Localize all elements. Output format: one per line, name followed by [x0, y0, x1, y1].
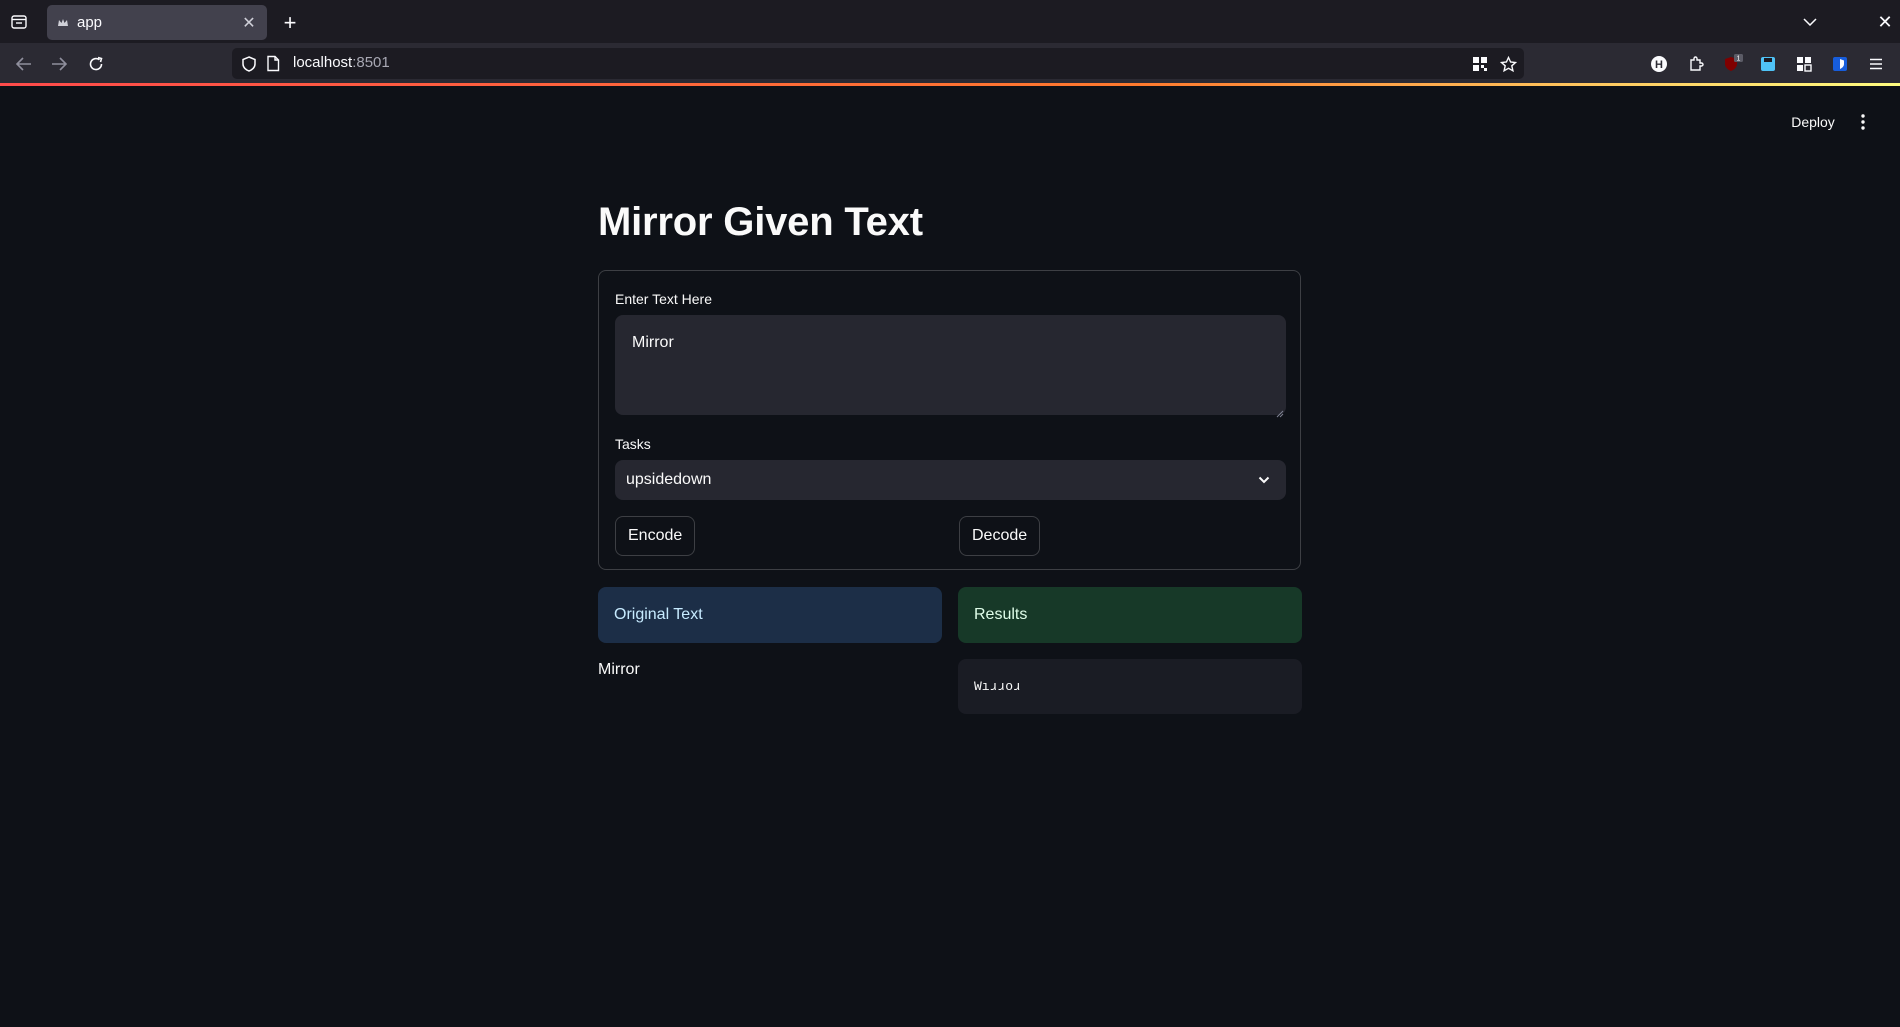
page-icon[interactable]	[266, 55, 282, 73]
chevron-down-icon[interactable]	[1254, 470, 1274, 490]
url-host: localhost	[293, 54, 353, 71]
url-text[interactable]: localhost:8501	[293, 54, 390, 71]
extension-badge: 1	[1737, 56, 1741, 63]
chevron-down-icon[interactable]	[1798, 10, 1822, 34]
shield-icon[interactable]	[240, 55, 258, 73]
browser-nav-bar: localhost:8501 H 1	[0, 43, 1900, 83]
browser-tab[interactable]: app ✕	[47, 5, 267, 40]
qr-code-icon[interactable]	[1470, 54, 1490, 74]
browser-tab-bar: app ✕ + ✕	[0, 0, 1900, 43]
plus-icon[interactable]: +	[278, 10, 302, 35]
tab-list-icon[interactable]	[8, 11, 30, 33]
page-title: Mirror Given Text	[598, 200, 923, 244]
tasks-selected-value: upsidedown	[626, 471, 712, 488]
url-bar[interactable]: localhost:8501	[232, 48, 1524, 79]
input-form: Enter Text Here Tasks upsidedown Encode …	[598, 270, 1301, 570]
reload-icon[interactable]	[83, 51, 109, 77]
extension-h-icon[interactable]: H	[1648, 53, 1670, 75]
puzzle-icon[interactable]	[1685, 53, 1707, 75]
svg-text:H: H	[1655, 59, 1663, 71]
original-text-value: Mirror	[598, 661, 640, 678]
text-input-label: Enter Text Here	[615, 291, 713, 307]
resize-grip-icon[interactable]	[1276, 405, 1284, 418]
streamlit-crown-icon	[57, 17, 69, 29]
results-header: Results	[958, 587, 1302, 643]
grid-extension-icon[interactable]	[1793, 53, 1815, 75]
encode-button[interactable]: Encode	[615, 516, 696, 556]
bitwarden-icon[interactable]	[1829, 53, 1851, 75]
star-icon[interactable]	[1498, 54, 1518, 74]
tasks-select[interactable]: upsidedown	[615, 460, 1286, 500]
streamlit-decoration-bar	[0, 83, 1900, 86]
text-input[interactable]	[615, 315, 1286, 415]
decode-button[interactable]: Decode	[959, 516, 1041, 556]
tasks-label: Tasks	[615, 436, 651, 452]
more-vertical-icon[interactable]	[1851, 108, 1875, 136]
arrow-right-icon[interactable]	[46, 51, 72, 77]
close-icon[interactable]: ✕	[237, 11, 261, 35]
url-port: :8501	[352, 54, 390, 71]
deploy-button[interactable]: Deploy	[1780, 108, 1846, 136]
hamburger-icon[interactable]	[1865, 53, 1887, 75]
tab-title: app	[77, 14, 103, 31]
window-close-icon[interactable]: ✕	[1873, 10, 1897, 34]
arrow-left-icon[interactable]	[11, 51, 37, 77]
result-code-block[interactable]: Wıɹɹoɹ	[958, 659, 1302, 714]
original-text-header: Original Text	[598, 587, 942, 643]
ublock-icon[interactable]: 1	[1722, 53, 1744, 75]
result-value: Wıɹɹoɹ	[974, 679, 1021, 694]
save-extension-icon[interactable]	[1757, 53, 1779, 75]
